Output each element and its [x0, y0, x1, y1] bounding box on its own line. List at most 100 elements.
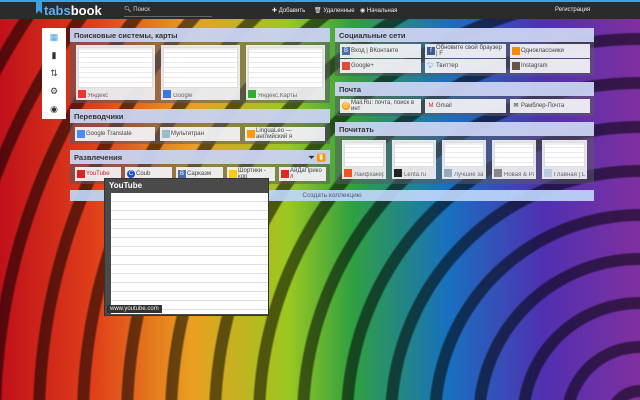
twitter-icon: 🐦︎ [427, 63, 435, 69]
collection-title[interactable]: Социальные сети [335, 28, 594, 42]
bookmark-tile[interactable]: Google+ [340, 59, 421, 73]
bookmark-tile[interactable]: Google Translate [75, 127, 155, 141]
thumb-label: Яндекс [88, 93, 109, 99]
add-button[interactable]: ✚ Добавить [272, 7, 305, 14]
lingualeo-icon [247, 130, 255, 138]
bookmark-tile[interactable]: В Вход | ВКонтакте [340, 44, 421, 58]
logo-part: tabs [44, 3, 71, 18]
bookmark-tile[interactable]: f Обновите свой браузер | F [425, 44, 506, 58]
bookmark-tile[interactable]: АйДаПрикол [279, 167, 326, 181]
logo-part: book [70, 3, 102, 18]
register-link[interactable]: Регистрация [555, 7, 590, 13]
bookmark-thumb[interactable]: Lenta.ru [392, 140, 436, 179]
collection-search: Поисковые системы, карты Яндекс Google Я… [70, 28, 330, 103]
bookmark-tile[interactable]: Одноклассники [510, 44, 590, 58]
bookmark-thumb[interactable]: Яндекс [76, 45, 155, 100]
tile-label: Одноклассники [521, 47, 564, 54]
sidebar: ▦ ▮ ⇅ ⚙ ◉ [42, 28, 66, 119]
google-translate-icon [77, 130, 85, 138]
bookmark-thumb[interactable]: Новая & Разв [492, 140, 536, 179]
home-label: Начальная [366, 8, 398, 14]
tile-label: Instagram [521, 62, 548, 69]
collection-title[interactable]: Переводчики [70, 109, 330, 123]
logo[interactable]: tabsbook [44, 3, 102, 18]
preview-screenshot [111, 193, 268, 314]
collection-mail: Почта @ Mail.Ru: почта, поиск в инт M Gmai… [335, 82, 594, 116]
vk-icon: В [342, 47, 350, 55]
page-icon [229, 170, 237, 178]
bookmark-tile[interactable]: ✉ Рамблер-Почта [510, 99, 590, 113]
bookmark-logo-icon [36, 0, 42, 14]
deleted-label: Удаленные [323, 8, 355, 14]
top-bar: tabsbook 🔍︎ Поиск ✚ Добавить 🗑︎ Удаленны… [0, 0, 640, 19]
preview-title: YouTube [109, 181, 143, 190]
collection-title[interactable]: Развлечения ⏷ ⏬ [70, 150, 330, 164]
bookmark-thumb[interactable]: Лайфхакер [342, 140, 386, 179]
google-plus-icon [342, 62, 350, 70]
tile-label: Gmail [436, 102, 452, 109]
preview-url: www.youtube.com [107, 305, 162, 313]
bookmark-tile[interactable]: 🐦︎ Твиттер [425, 59, 506, 73]
page-icon [444, 169, 452, 177]
collection-title[interactable]: Почта [335, 82, 594, 96]
lenta-icon [394, 169, 402, 177]
thumb-label: Lenta.ru [404, 172, 427, 178]
tile-label: Вход | ВКонтакте [351, 47, 399, 54]
youtube-icon [77, 170, 85, 178]
bookmark-thumb[interactable]: Google [161, 45, 240, 100]
add-label: Добавить [278, 8, 306, 14]
bookmark-tile[interactable]: Мультитран [160, 127, 240, 141]
home-button[interactable]: ◉ Начальная [360, 7, 397, 14]
filter-icon[interactable]: ⏷ ⏬ [309, 153, 326, 163]
odnoklassniki-icon [512, 47, 520, 55]
tile-label: Мультитран [171, 130, 204, 137]
page-screenshot [544, 142, 585, 167]
collection-translators: Переводчики Google Translate Мультитран … [70, 109, 330, 144]
gear-icon[interactable]: ⚙ [42, 82, 66, 100]
page-screenshot [248, 47, 323, 88]
facebook-icon: f [427, 47, 435, 55]
yandex-icon [78, 90, 86, 98]
bookmark-tile[interactable]: M Gmail [425, 99, 506, 113]
tile-label: Google Translate [86, 130, 132, 137]
tile-label: YouTube [86, 170, 110, 177]
tile-label: АйДаПрикол [290, 167, 322, 181]
bookmark-tile[interactable]: LinguaLeo — английский я [245, 127, 325, 141]
page-screenshot [78, 47, 153, 88]
bookmark-thumb[interactable]: Главная | Цук [542, 140, 587, 179]
bookmark-thumb[interactable]: Лучшие за сут [442, 140, 486, 179]
bookmark-tile[interactable]: @ Mail.Ru: почта, поиск в инт [340, 99, 421, 113]
page-icon [494, 169, 502, 177]
bookmark-thumb[interactable]: Яндекс.Карты [246, 45, 325, 100]
collection-title[interactable]: Почитать [335, 122, 594, 136]
eye-icon[interactable]: ◉ [42, 100, 66, 118]
tile-label: Coub [136, 170, 151, 177]
youtube-preview-tooltip: YouTube www.youtube.com [104, 178, 269, 316]
search-placeholder: Поиск [133, 7, 150, 13]
page-screenshot [394, 142, 434, 167]
lifehacker-icon [344, 169, 352, 177]
tile-label: Обновите свой браузер | F [436, 44, 502, 58]
thumb-label: Лайфхакер [354, 172, 384, 178]
bookmark-tile[interactable]: Instagram [510, 59, 590, 73]
search-input[interactable]: 🔍︎ Поиск [124, 5, 212, 17]
instagram-icon [512, 62, 520, 70]
coub-icon: C [127, 170, 135, 178]
collection-title[interactable]: Поисковые системы, карты [70, 28, 330, 42]
bookmark-icon[interactable]: ▮ [42, 46, 66, 64]
collection-title-text: Развлечения [74, 153, 123, 162]
thumb-label: Новая & Разв [504, 172, 534, 178]
sort-icon[interactable]: ⇅ [42, 64, 66, 82]
tile-label: Рамблер-Почта [521, 102, 565, 109]
gmail-icon: M [428, 103, 434, 109]
maps-icon [248, 90, 256, 98]
envelope-icon: ✉ [513, 103, 519, 109]
thumb-label: Яндекс.Карты [258, 93, 297, 99]
page-screenshot [344, 142, 384, 167]
thumb-label: Google [173, 93, 193, 99]
tile-label: LinguaLeo — английский я [256, 127, 293, 141]
tile-label: Google+ [351, 62, 374, 69]
grid-icon[interactable]: ▦ [42, 28, 66, 46]
deleted-button[interactable]: 🗑︎ Удаленные [314, 7, 355, 14]
google-icon [163, 90, 171, 98]
